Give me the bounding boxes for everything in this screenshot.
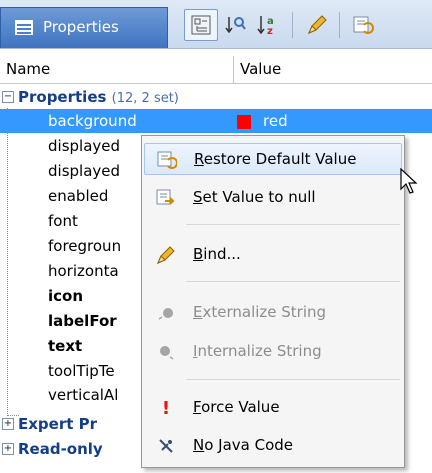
no-java-code-icon [156, 436, 176, 456]
menu-item-label: No Java Code [193, 436, 294, 454]
column-divider[interactable] [233, 56, 234, 83]
sort-alphabetical-button[interactable]: a z [252, 9, 286, 41]
menu-item-label: Force Value [193, 398, 280, 416]
menu-item-force-value[interactable]: ! Force Value [144, 392, 402, 424]
restore-default-button[interactable] [346, 9, 380, 41]
menu-item-label: Bind... [193, 245, 241, 263]
menu-item-restore-default-value[interactable]: Restore Default Value [144, 143, 402, 175]
group-count: (12, 2 set) [111, 91, 179, 106]
restore-default-icon [353, 16, 374, 34]
column-header: Name Value [0, 56, 432, 84]
group-label: Properties [18, 88, 107, 106]
context-menu: Restore Default Value Set Value to null … [141, 135, 405, 468]
force-value-icon: ! [161, 398, 171, 419]
sort-by-category-icon [225, 17, 246, 34]
menu-item-externalize-string[interactable]: Externalize String [144, 297, 402, 329]
menu-item-label: Restore Default Value [194, 150, 357, 168]
property-name: icon [48, 287, 84, 305]
menu-separator [186, 224, 400, 225]
collapse-icon[interactable]: − [2, 91, 14, 103]
property-name: displayed [48, 162, 121, 180]
menu-item-label: Externalize String [193, 303, 327, 321]
sort-alphabetical-icon: a z [257, 16, 274, 37]
menu-item-set-value-to-null[interactable]: Set Value to null [144, 182, 402, 214]
property-name: enabled [48, 187, 109, 205]
restore-default-icon [157, 150, 178, 170]
menu-item-label: Set Value to null [193, 188, 316, 206]
property-row-background[interactable]: background red [0, 109, 432, 133]
property-name: text [48, 337, 83, 355]
menu-separator [186, 379, 400, 380]
name-column-header[interactable]: Name [6, 60, 50, 78]
property-name: displayed [48, 137, 121, 155]
externalize-icon [156, 303, 176, 323]
toolbar-separator [339, 12, 340, 38]
property-value[interactable]: red [263, 112, 288, 130]
menu-separator [186, 281, 400, 282]
group-label: Read-only [18, 440, 103, 458]
property-name: foregroun [48, 237, 122, 255]
mouse-cursor-icon [400, 168, 418, 194]
property-name: labelFor [48, 312, 117, 330]
tree-view-button[interactable] [184, 9, 218, 41]
menu-item-bind[interactable]: Bind... [144, 239, 402, 271]
property-name: verticalAl [48, 386, 119, 404]
properties-tab-label: Properties [43, 18, 119, 36]
bind-icon [156, 245, 176, 265]
value-column-header[interactable]: Value [240, 60, 281, 78]
group-label: Expert Pr [18, 415, 98, 433]
sort-by-category-button[interactable] [219, 9, 253, 41]
expand-icon[interactable]: + [2, 443, 14, 455]
tree-view-icon [191, 15, 211, 35]
properties-tab-icon [15, 20, 33, 35]
property-name: horizonta [48, 262, 119, 280]
menu-item-label: Internalize String [193, 342, 322, 360]
properties-panel: Properties a z Name Value − Properties (… [0, 0, 432, 473]
menu-item-no-java-code[interactable]: No Java Code [144, 430, 402, 462]
svg-text:z: z [267, 26, 273, 37]
toolbar-separator [292, 12, 293, 38]
expand-icon[interactable]: + [2, 418, 14, 430]
color-swatch [237, 115, 251, 129]
menu-item-internalize-string[interactable]: Internalize String [144, 336, 402, 368]
property-name: background [48, 112, 137, 130]
bind-button[interactable] [300, 9, 334, 41]
properties-toolbar: Properties a z [0, 0, 432, 49]
pencil-bind-icon [308, 15, 327, 34]
properties-tab[interactable]: Properties [0, 7, 168, 48]
properties-group-row[interactable]: − Properties (12, 2 set) [0, 85, 432, 109]
property-name: toolTipTe [48, 362, 115, 380]
property-name: font [48, 212, 78, 230]
internalize-icon [156, 342, 176, 362]
set-null-icon [156, 188, 176, 208]
